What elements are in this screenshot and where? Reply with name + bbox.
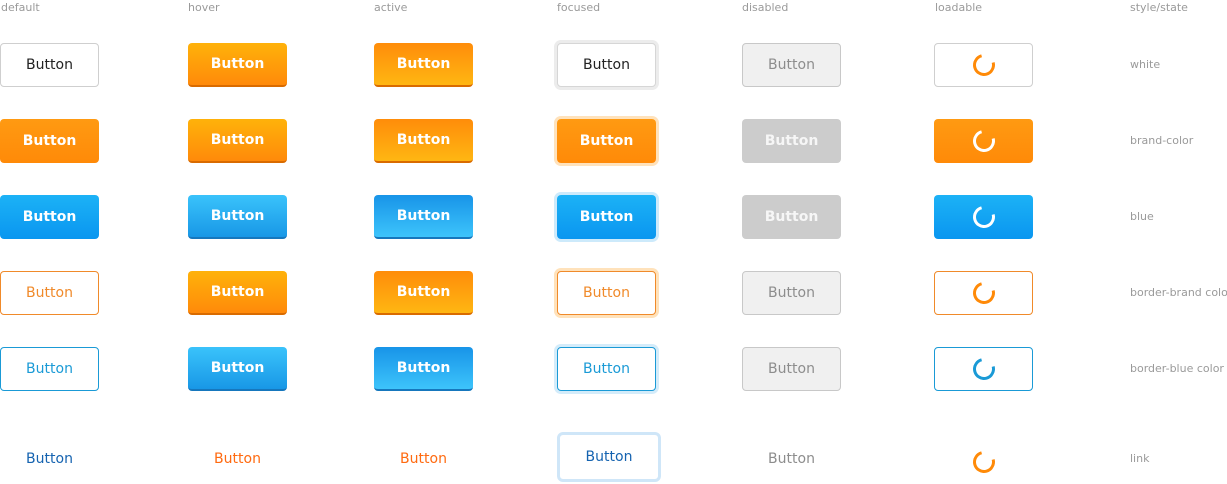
brand-default-button[interactable]: Button [0, 119, 99, 163]
button-label: Button [210, 360, 265, 376]
button-label: Button [583, 285, 630, 301]
button-label: Button [396, 56, 451, 72]
blue-focused-button[interactable]: Button [557, 195, 656, 239]
button-label: Button [768, 361, 815, 377]
button-label: Button [210, 56, 265, 72]
header-focused: focused [557, 1, 601, 14]
row-label-border-brand: border-brand color [1130, 286, 1227, 299]
brand-focused-button[interactable]: Button [557, 119, 656, 163]
spinner-icon [968, 201, 999, 233]
header-default: default [1, 1, 40, 14]
border-blue-disabled-button: Button [742, 347, 841, 391]
row-label-blue: blue [1130, 210, 1154, 223]
white-loadable-button[interactable] [934, 43, 1033, 87]
button-label: Button [579, 209, 634, 225]
header-loadable: loadable [935, 1, 983, 14]
brand-loadable-button[interactable] [934, 119, 1033, 163]
button-label: Button [22, 209, 77, 225]
border-blue-focused-button[interactable]: Button [557, 347, 656, 391]
button-label: Button [26, 361, 73, 377]
brand-hover-button[interactable]: Button [188, 119, 287, 163]
button-label: Button [768, 285, 815, 301]
button-label: Button [583, 57, 630, 73]
white-disabled-button: Button [742, 43, 841, 87]
button-label: Button [214, 451, 261, 467]
brand-disabled-button: Button [742, 119, 841, 163]
border-blue-hover-button[interactable]: Button [188, 347, 287, 391]
button-label: Button [396, 360, 451, 376]
row-label-white: white [1130, 58, 1161, 71]
row-label-border-blue: border-blue color [1130, 362, 1224, 375]
spinner-icon [968, 277, 999, 309]
border-brand-focused-button[interactable]: Button [557, 271, 656, 315]
border-brand-active-button[interactable]: Button [374, 271, 473, 315]
button-label: Button [585, 449, 633, 465]
link-default-button[interactable]: Button [0, 437, 99, 481]
spinner-icon [968, 49, 999, 81]
white-active-button[interactable]: Button [374, 43, 473, 87]
border-blue-loadable-button[interactable] [934, 347, 1033, 391]
blue-loadable-button[interactable] [934, 195, 1033, 239]
button-label: Button [210, 132, 265, 148]
row-label-link: link [1130, 452, 1150, 465]
button-label: Button [579, 133, 634, 149]
button-label: Button [583, 361, 630, 377]
blue-active-button[interactable]: Button [374, 195, 473, 239]
white-focused-button[interactable]: Button [557, 43, 656, 87]
header-active: active [374, 1, 408, 14]
header-hover: hover [188, 1, 220, 14]
link-active-button[interactable]: Button [374, 437, 473, 481]
button-label: Button [210, 208, 265, 224]
spinner-icon [968, 446, 999, 478]
border-brand-hover-button[interactable]: Button [188, 271, 287, 315]
link-disabled-button: Button [742, 437, 841, 481]
border-blue-default-button[interactable]: Button [0, 347, 99, 391]
button-label: Button [764, 209, 819, 225]
header-style-state: style/state [1130, 1, 1188, 14]
blue-hover-button[interactable]: Button [188, 195, 287, 239]
blue-default-button[interactable]: Button [0, 195, 99, 239]
blue-disabled-button: Button [742, 195, 841, 239]
button-label: Button [26, 285, 73, 301]
button-label: Button [22, 133, 77, 149]
button-label: Button [396, 284, 451, 300]
header-disabled: disabled [742, 1, 789, 14]
white-default-button[interactable]: Button [0, 43, 99, 87]
link-focused-button[interactable]: Button [557, 432, 661, 482]
button-label: Button [764, 133, 819, 149]
white-hover-button[interactable]: Button [188, 43, 287, 87]
spinner-icon [968, 125, 999, 157]
button-label: Button [768, 451, 815, 467]
border-brand-loadable-button[interactable] [934, 271, 1033, 315]
border-blue-active-button[interactable]: Button [374, 347, 473, 391]
link-hover-button[interactable]: Button [188, 437, 287, 481]
button-label: Button [210, 284, 265, 300]
button-label: Button [400, 451, 447, 467]
border-brand-disabled-button: Button [742, 271, 841, 315]
button-label: Button [396, 132, 451, 148]
border-brand-default-button[interactable]: Button [0, 271, 99, 315]
link-loadable-button[interactable] [934, 440, 1033, 484]
row-label-brand: brand-color [1130, 134, 1194, 147]
brand-active-button[interactable]: Button [374, 119, 473, 163]
button-label: Button [768, 57, 815, 73]
button-label: Button [396, 208, 451, 224]
button-label: Button [26, 451, 73, 467]
button-label: Button [26, 57, 73, 73]
spinner-icon [968, 353, 999, 385]
